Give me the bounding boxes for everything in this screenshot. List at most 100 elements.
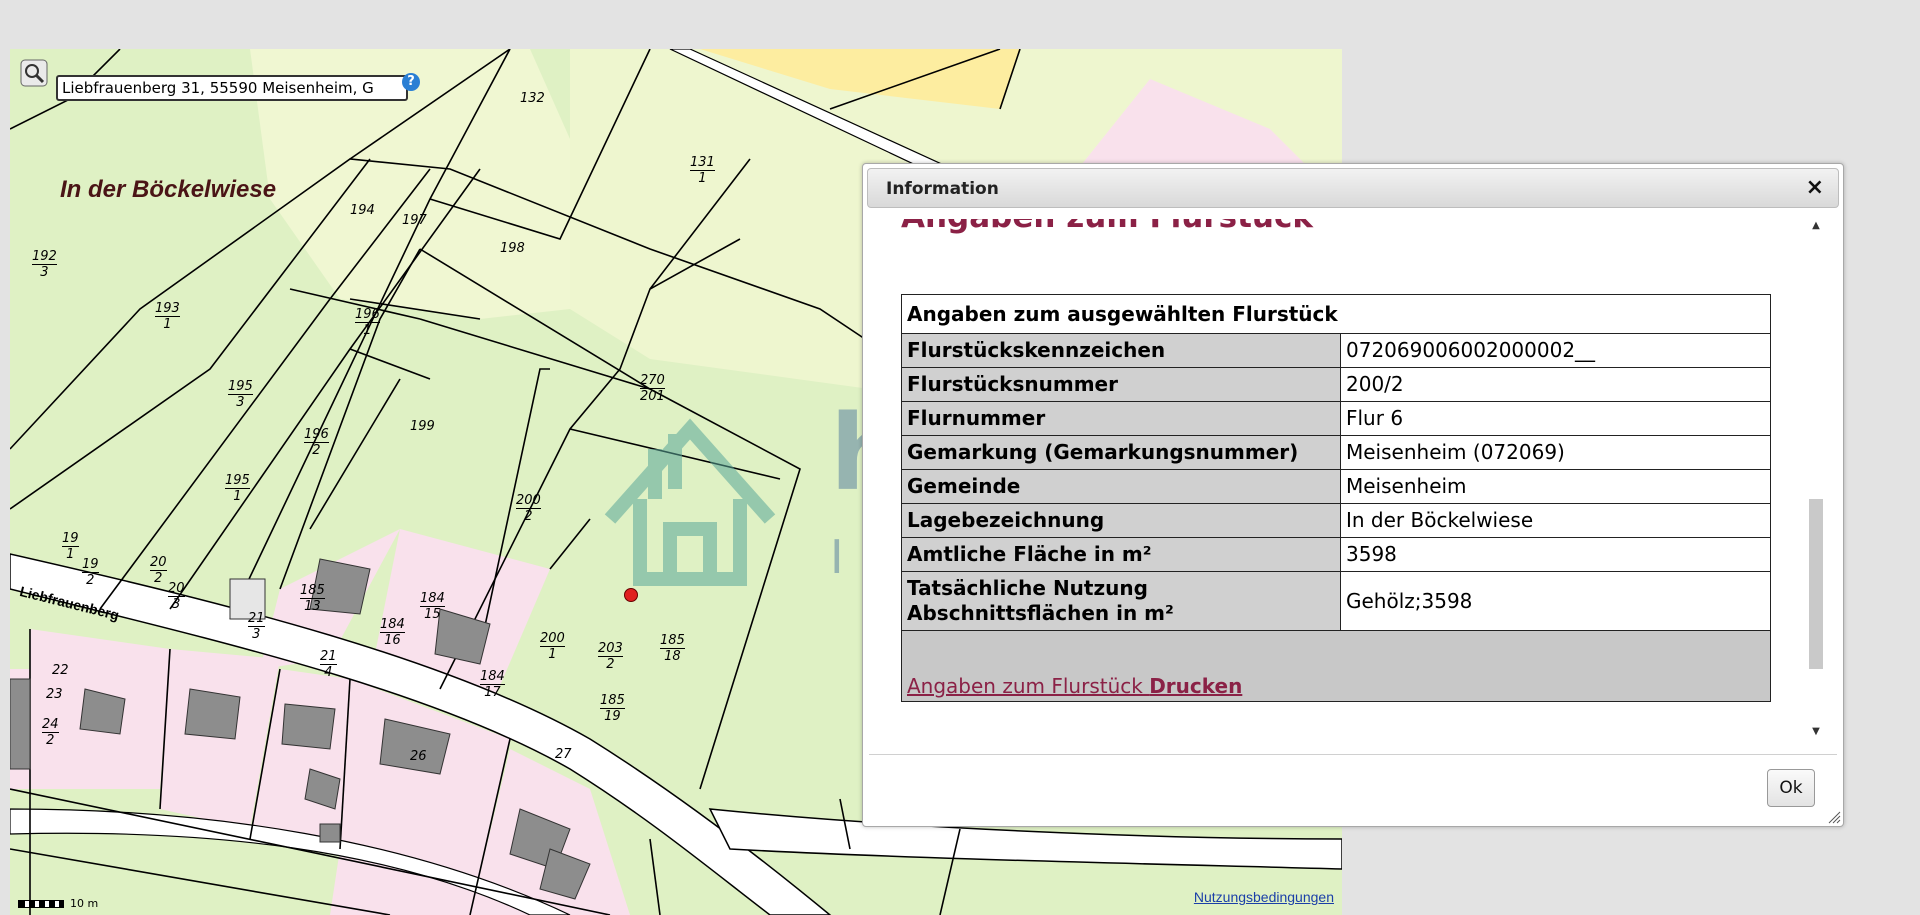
address-search-input[interactable]: Liebfrauenberg 31, 55590 Meisenheim, G — [56, 75, 408, 101]
parcel-number: 20 — [150, 555, 167, 571]
dialog-scrollbar[interactable]: ▲ ▼ — [1807, 219, 1825, 739]
row-value: Meisenheim — [1340, 469, 1771, 504]
parcel-label: 184 15 — [420, 591, 445, 622]
dialog-titlebar[interactable]: Information × — [867, 168, 1839, 208]
parcel-subnumber: 2 — [46, 733, 55, 748]
parcel-label: 193 1 — [155, 301, 180, 332]
parcel-subnumber: 1 — [363, 323, 372, 338]
dialog-title: Information — [886, 179, 999, 199]
parcel-subnumber: 15 — [424, 607, 441, 622]
parcel-subnumber: 1 — [163, 317, 172, 332]
parcel-label: 20 2 — [150, 555, 167, 586]
parcel-label: 185 19 — [600, 693, 625, 724]
scroll-up-arrow-icon[interactable]: ▲ — [1809, 219, 1823, 233]
parcel-subnumber: 201 — [640, 389, 665, 404]
parcel-label: 196 2 — [304, 427, 329, 458]
parcel-subnumber: 2 — [86, 573, 95, 588]
row-value: 200/2 — [1340, 367, 1771, 402]
parcel-subnumber: 1 — [66, 547, 75, 562]
parcel-label: 22 — [52, 663, 69, 678]
table-row: Flurstückskennzeichen 072069006002000002_… — [901, 333, 1771, 368]
table-row: Flurstücksnummer 200/2 — [901, 367, 1771, 402]
scroll-thumb[interactable] — [1809, 499, 1823, 669]
information-dialog: Information × Angaben zum Flurstück Anga… — [862, 163, 1844, 827]
parcel-label: 195 3 — [228, 379, 253, 410]
parcel-number: 27 — [555, 747, 572, 762]
row-value: Flur 6 — [1340, 401, 1771, 436]
parcel-label: 200 1 — [540, 631, 565, 662]
parcel-label: 20 3 — [168, 581, 185, 612]
parcel-subnumber: 4 — [324, 665, 333, 680]
selected-parcel-marker[interactable] — [624, 588, 638, 602]
scale-label: 10 m — [70, 897, 99, 910]
parcel-number: 198 — [500, 241, 525, 256]
table-row: Flurnummer Flur 6 — [901, 401, 1771, 436]
section-heading: Angaben zum Flurstück — [901, 219, 1313, 235]
help-icon[interactable]: ? — [402, 73, 420, 91]
parcel-label: 197 — [402, 213, 427, 228]
parcel-number: 185 — [600, 693, 625, 709]
parcel-number: 200 — [516, 493, 541, 509]
parcel-subnumber: 2 — [312, 443, 321, 458]
parcel-subnumber: 2 — [524, 509, 533, 524]
parcel-label: 24 2 — [42, 717, 59, 748]
parcel-label: 200 2 — [516, 493, 541, 524]
terms-of-use-link[interactable]: Nutzungsbedingungen — [1194, 889, 1334, 905]
parcel-subnumber: 17 — [484, 685, 501, 700]
building — [184, 688, 241, 740]
parcel-number: 19 — [62, 531, 79, 547]
row-value: In der Böckelwiese — [1340, 503, 1771, 538]
parcel-label: 131 1 — [690, 155, 715, 186]
parcel-label: 21 3 — [248, 611, 265, 642]
parcel-number: 184 — [420, 591, 445, 607]
parcel-label: 26 — [410, 749, 427, 764]
parcel-label: 195 1 — [225, 473, 250, 504]
print-link-prefix: Angaben zum Flurstück — [907, 674, 1150, 698]
parcel-label: 199 — [410, 419, 435, 434]
print-link[interactable]: Angaben zum Flurstück Drucken — [907, 674, 1242, 698]
parcel-label: 203 2 — [598, 641, 623, 672]
scale-bar-graphic — [18, 900, 64, 908]
parcel-subnumber: 1 — [548, 647, 557, 662]
search-tool-icon[interactable] — [20, 59, 48, 87]
table-header: Angaben zum ausgewählten Flurstück — [901, 294, 1771, 334]
parcel-number: 19 — [82, 557, 99, 573]
parcel-subnumber: 3 — [236, 395, 245, 410]
parcel-subnumber: 3 — [172, 597, 181, 612]
row-key: Gemeinde — [901, 469, 1341, 504]
parcel-label: 184 16 — [380, 617, 405, 648]
parcel-label: 270 201 — [640, 373, 665, 404]
row-value: 072069006002000002__ — [1340, 333, 1771, 368]
parcel-number: 24 — [42, 717, 59, 733]
parcel-label: 194 — [350, 203, 375, 218]
parcel-number: 270 — [640, 373, 665, 389]
table-row: Amtliche Fläche in m² 3598 — [901, 537, 1771, 572]
parcel-label: 185 18 — [660, 633, 685, 664]
table-body: Flurstückskennzeichen 072069006002000002_… — [901, 333, 1771, 631]
row-value: 3598 — [1340, 537, 1771, 572]
parcel-label: 196 1 — [355, 307, 380, 338]
building — [319, 823, 341, 843]
building — [281, 703, 336, 750]
row-value: Gehölz;3598 — [1340, 571, 1771, 631]
ok-button[interactable]: Ok — [1767, 769, 1815, 807]
table-row: Gemarkung (Gemarkungsnummer) Meisenheim (… — [901, 435, 1771, 470]
scroll-down-arrow-icon[interactable]: ▼ — [1809, 725, 1823, 739]
area-label: In der Böckelwiese — [60, 176, 277, 203]
parcel-number: 132 — [520, 91, 545, 106]
parcel-subnumber: 1 — [698, 171, 707, 186]
parcel-number: 195 — [225, 473, 250, 489]
parcel-number: 192 — [32, 249, 57, 265]
parcel-info-table: Angaben zum ausgewählten Flurstück Flurs… — [901, 294, 1771, 702]
parcel-subnumber: 1 — [233, 489, 242, 504]
table-row: Tatsächliche Nutzung Abschnittsflächen i… — [901, 571, 1771, 631]
resize-grip-icon[interactable] — [1827, 810, 1841, 824]
parcel-label: 192 3 — [32, 249, 57, 280]
print-link-bold: Drucken — [1149, 674, 1243, 698]
parcel-label: 27 — [555, 747, 572, 762]
table-row: Lagebezeichnung In der Böckelwiese — [901, 503, 1771, 538]
parcel-number: 185 — [300, 583, 325, 599]
parcel-label: 23 — [46, 687, 63, 702]
parcel-label: 198 — [500, 241, 525, 256]
close-icon[interactable]: × — [1806, 175, 1824, 200]
